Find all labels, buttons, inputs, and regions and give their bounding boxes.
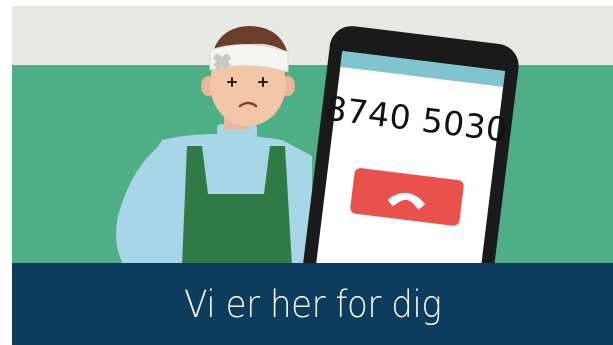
illustration-scene: 8740 5030 bbox=[116, 26, 519, 271]
injured-person-illustration bbox=[116, 26, 312, 266]
mobile-phone-icon: 8740 5030 bbox=[303, 26, 519, 271]
hotline-banner: 8740 5030 Vi er her for dig bbox=[12, 6, 613, 345]
tagline: Vi er her for dig bbox=[183, 282, 442, 326]
phone-screen bbox=[315, 51, 505, 271]
footer-bar: Vi er her for dig bbox=[12, 263, 613, 345]
